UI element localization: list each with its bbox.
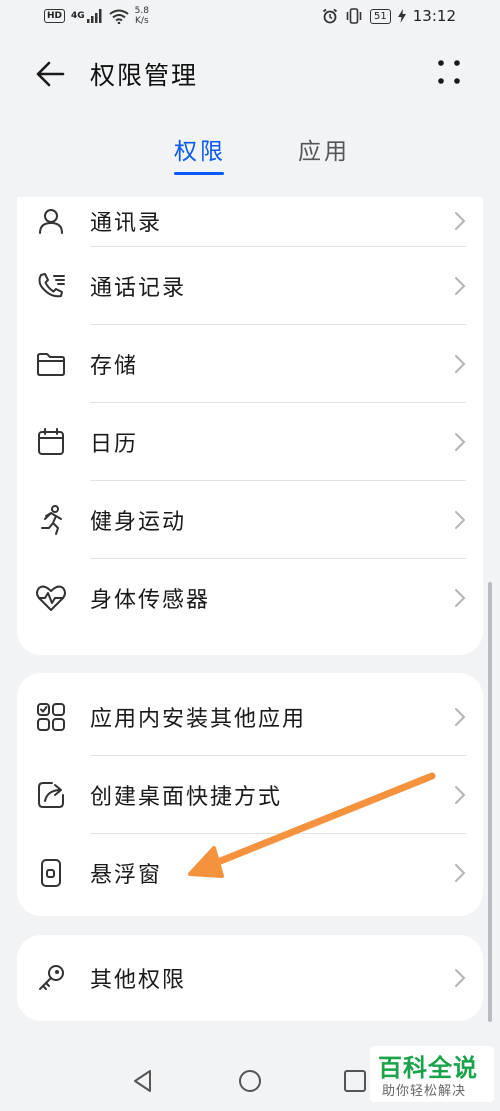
alarm-icon: [322, 8, 338, 24]
charging-icon: [397, 9, 406, 23]
permission-group-3: 其他权限: [17, 935, 483, 1021]
chevron-right-icon: [455, 708, 466, 726]
vibrate-icon: [346, 8, 362, 24]
permission-label: 应用内安装其他应用: [90, 707, 307, 732]
tab-permissions[interactable]: 权限: [174, 132, 226, 166]
key-icon: [39, 965, 64, 990]
permission-label: 其他权限: [90, 968, 187, 993]
permission-label: 存储: [90, 354, 139, 379]
battery-indicator: 51: [370, 8, 391, 24]
nav-home-icon[interactable]: [237, 1068, 263, 1094]
nav-recent-icon[interactable]: [342, 1068, 368, 1094]
chevron-right-icon: [455, 355, 466, 373]
chevron-right-icon: [455, 589, 466, 607]
clock: 13:12: [412, 7, 456, 25]
permission-row-shortcut[interactable]: 创建桌面快捷方式: [17, 756, 483, 834]
tab-bar: 权限 应用: [0, 132, 500, 182]
watermark-logo: 百科全说 助你轻松解决: [370, 1046, 494, 1102]
permission-row-fitness[interactable]: 健身运动: [17, 481, 483, 559]
signal-icon: [86, 9, 102, 23]
permission-row-body-sensors[interactable]: 身体传感器: [17, 559, 483, 637]
network-speed: 5.8 K/s: [135, 6, 149, 26]
contacts-icon: [39, 209, 63, 234]
chevron-right-icon: [455, 864, 466, 882]
wifi-icon: [109, 9, 129, 24]
permission-label: 创建桌面快捷方式: [90, 785, 283, 810]
active-tab-indicator: [174, 172, 224, 175]
nav-back-icon[interactable]: [130, 1068, 156, 1094]
watermark-subtitle: 助你轻松解决: [382, 1084, 467, 1099]
speed-value: 5.8: [134, 6, 149, 16]
status-bar: HD 4G 5.8 K/s 51 13:12: [0, 0, 500, 36]
permission-label: 悬浮窗: [90, 863, 163, 888]
chevron-right-icon: [455, 786, 466, 804]
chevron-right-icon: [455, 969, 466, 987]
app-grid-icon: [37, 703, 65, 731]
heart-rate-icon: [36, 585, 66, 611]
permission-row-floating-window[interactable]: 悬浮窗: [17, 834, 483, 912]
status-left: HD 4G 5.8 K/s: [44, 6, 149, 26]
page-title: 权限管理: [90, 61, 199, 90]
more-options-icon[interactable]: [436, 58, 462, 86]
scrollbar-thumb[interactable]: [488, 582, 492, 1022]
permission-group-2: 应用内安装其他应用 创建桌面快捷方式 悬浮窗: [17, 673, 483, 916]
calendar-icon: [38, 428, 64, 455]
permission-row-contacts[interactable]: 通讯录: [17, 197, 483, 247]
network-type: 4G: [71, 11, 85, 21]
permission-row-calendar[interactable]: 日历: [17, 403, 483, 481]
permission-label: 通讯录: [90, 211, 163, 236]
chevron-right-icon: [455, 433, 466, 451]
speed-unit: K/s: [135, 16, 149, 26]
permission-row-other[interactable]: 其他权限: [17, 935, 483, 1021]
app-header: 权限管理: [0, 40, 500, 106]
running-icon: [41, 505, 62, 535]
watermark-title: 百科全说: [378, 1054, 478, 1082]
tab-apps[interactable]: 应用: [298, 132, 350, 166]
shortcut-icon: [38, 782, 64, 808]
permission-label: 通话记录: [90, 276, 187, 301]
status-right: 51 13:12: [322, 7, 456, 25]
permission-row-storage[interactable]: 存储: [17, 325, 483, 403]
chevron-right-icon: [455, 511, 466, 529]
chevron-right-icon: [455, 212, 466, 230]
call-log-icon: [38, 273, 65, 298]
permission-label: 日历: [90, 432, 139, 457]
back-arrow-icon[interactable]: [30, 54, 70, 94]
folder-icon: [37, 353, 65, 376]
permission-label: 健身运动: [90, 510, 187, 535]
permission-row-call-log[interactable]: 通话记录: [17, 247, 483, 325]
floating-window-icon: [41, 859, 61, 887]
permission-group-1: 通讯录 通话记录 存储 日历 健身运动 身体传感器: [17, 197, 483, 655]
permission-label: 身体传感器: [90, 588, 211, 613]
hd-badge: HD: [44, 9, 66, 23]
chevron-right-icon: [455, 277, 466, 295]
permission-row-install-apps[interactable]: 应用内安装其他应用: [17, 678, 483, 756]
